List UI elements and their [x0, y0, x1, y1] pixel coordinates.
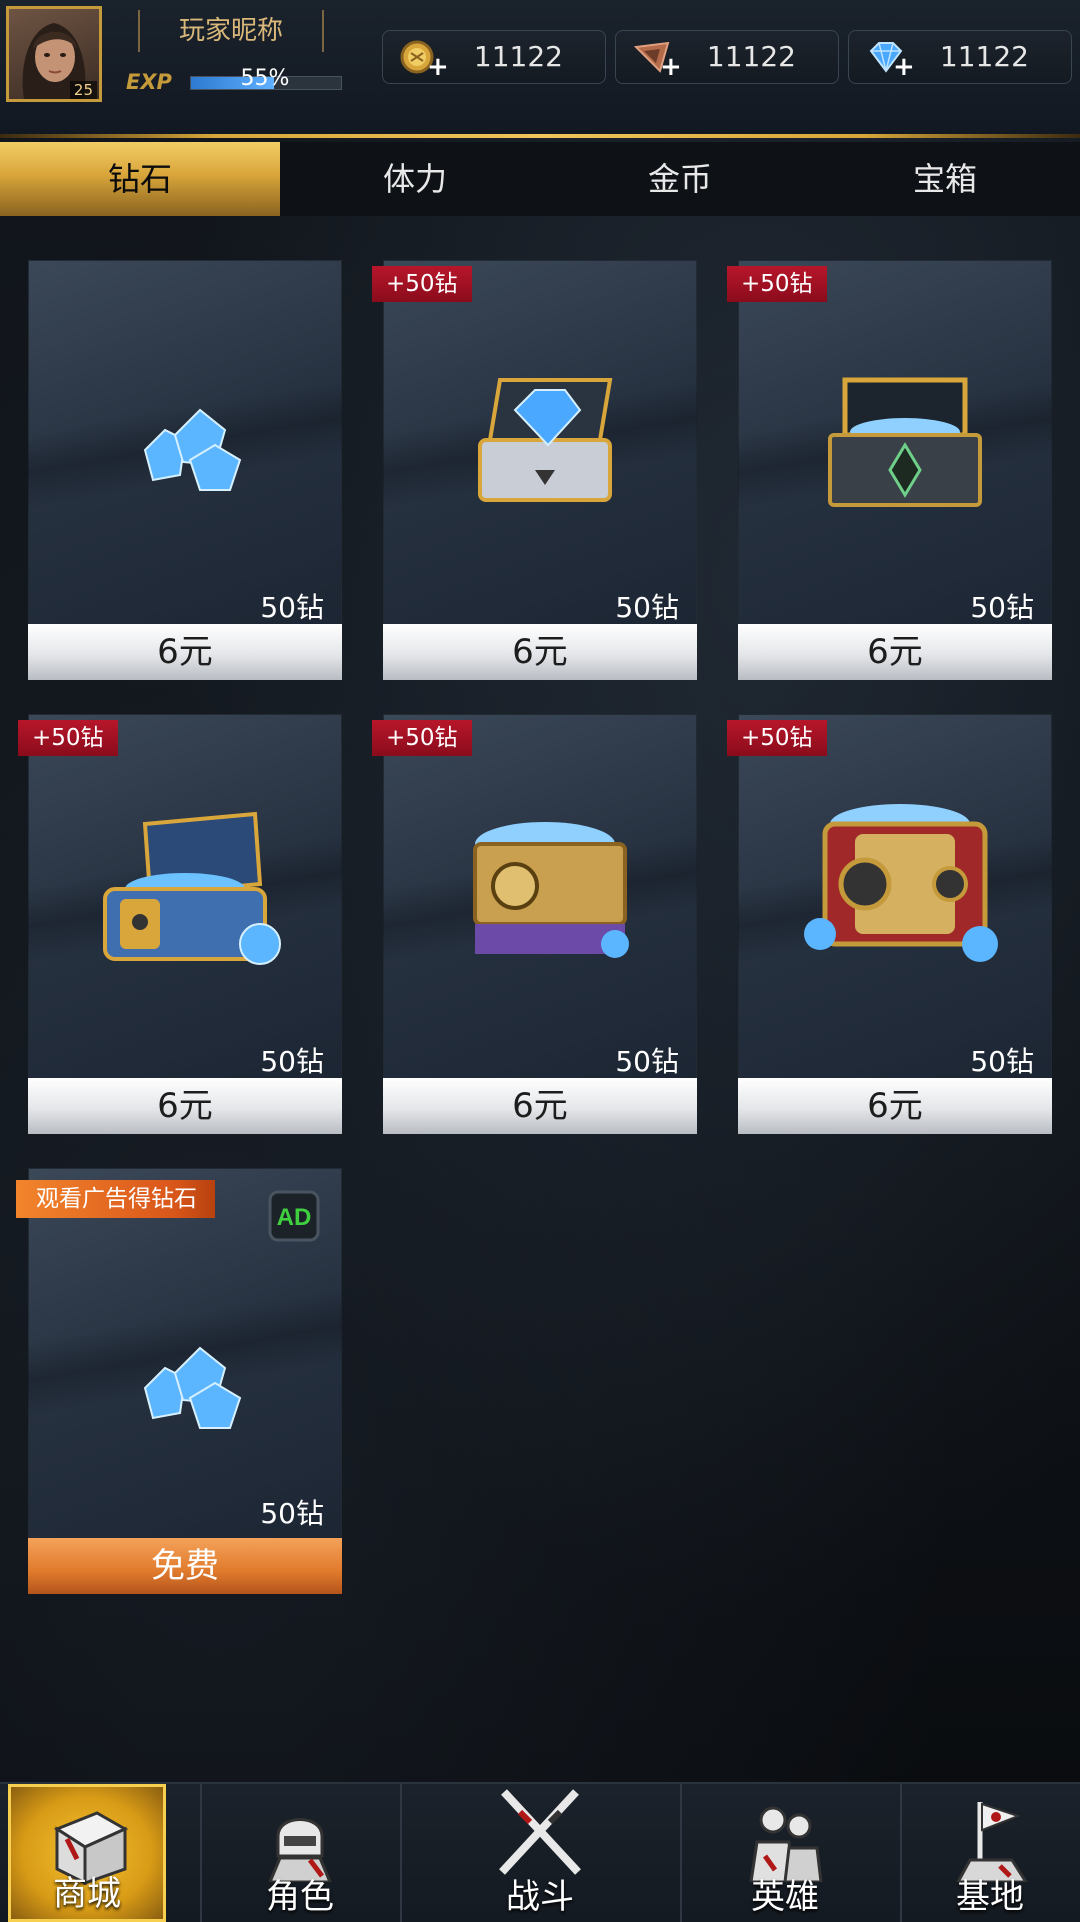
- bonus-badge: +50钻: [727, 720, 827, 756]
- bonus-badge: +50钻: [727, 266, 827, 302]
- price-button[interactable]: 6元: [738, 624, 1052, 680]
- bottom-navigation: 商城 角色 战斗 英雄 基地: [0, 1782, 1080, 1922]
- nav-divider: [680, 1784, 682, 1922]
- diamond-amount-label: 50钻: [260, 591, 324, 624]
- ad-video-icon: AD: [268, 1190, 320, 1242]
- price-button[interactable]: 6元: [28, 624, 342, 680]
- product-card[interactable]: +50钻 50钻 6元: [18, 714, 342, 1134]
- product-card[interactable]: +50钻 50钻 6元: [727, 260, 1052, 680]
- diamond-amount-label: 50钻: [970, 1045, 1034, 1078]
- top-bar: 25 玩家昵称 EXP 55% + 11122 + 11122 + 11122: [0, 0, 1080, 138]
- gold-currency[interactable]: + 11122: [382, 30, 606, 84]
- add-gold-icon[interactable]: +: [427, 54, 449, 80]
- nav-divider: [400, 1784, 402, 1922]
- player-level: 25: [69, 81, 97, 99]
- player-nickname: 玩家昵称: [178, 16, 283, 46]
- shop-tabs: 钻石 体力 金币 宝箱: [0, 142, 1080, 216]
- diamond-amount-label: 50钻: [615, 1045, 679, 1078]
- diamond-amount-label: 50钻: [970, 591, 1034, 624]
- player-avatar[interactable]: 25: [6, 6, 102, 102]
- nav-heroes[interactable]: 英雄: [705, 1784, 865, 1922]
- stamina-amount: 11122: [706, 40, 796, 73]
- bonus-badge: +50钻: [372, 266, 472, 302]
- exp-percent: 55%: [240, 66, 290, 91]
- nav-character-label: 角色: [266, 1877, 334, 1917]
- product-card[interactable]: +50钻 50钻 6元: [372, 260, 697, 680]
- tab-stamina[interactable]: 体力: [280, 142, 550, 216]
- nav-base-label: 基地: [956, 1877, 1024, 1917]
- diamond-amount: 11122: [939, 40, 1029, 73]
- blue-chest-icon: [103, 811, 281, 965]
- exp-label: EXP: [126, 70, 172, 94]
- nickname-frame: 玩家昵称: [138, 10, 324, 52]
- nav-battle[interactable]: 战斗: [460, 1784, 620, 1922]
- nav-character[interactable]: 角色: [220, 1784, 380, 1922]
- add-diamond-icon[interactable]: +: [893, 54, 915, 80]
- crossed-rifles-icon: [499, 1789, 581, 1875]
- nav-battle-label: 战斗: [506, 1877, 574, 1917]
- price-button[interactable]: 6元: [738, 1078, 1052, 1134]
- nav-shop[interactable]: 商城: [8, 1784, 166, 1922]
- price-button[interactable]: 6元: [383, 1078, 697, 1134]
- dark-chest-icon: [828, 377, 982, 507]
- diamond-pile-icon: [143, 1346, 242, 1429]
- bonus-badge: +50钻: [372, 720, 472, 756]
- tab-gold[interactable]: 金币: [545, 142, 815, 216]
- nav-heroes-label: 英雄: [751, 1877, 819, 1917]
- nav-divider: [200, 1784, 202, 1922]
- watch-ad-tag: 观看广告得钻石: [16, 1180, 215, 1218]
- price-button[interactable]: 6元: [383, 624, 697, 680]
- add-stamina-icon[interactable]: +: [660, 54, 682, 80]
- gold-purple-chest-icon: [473, 822, 629, 958]
- diamond-amount-label: 50钻: [260, 1045, 324, 1078]
- product-card[interactable]: 50钻 6元: [28, 260, 342, 680]
- silver-chest-icon: [478, 378, 613, 502]
- nav-shop-label: 商城: [53, 1874, 121, 1914]
- gold-amount: 11122: [473, 40, 563, 73]
- free-claim-button[interactable]: 免费: [28, 1538, 342, 1594]
- tab-chests[interactable]: 宝箱: [810, 142, 1080, 216]
- nav-divider: [900, 1784, 902, 1922]
- ad-badge-text: AD: [277, 1204, 312, 1231]
- diamond-pile-icon: [143, 408, 242, 491]
- red-chest-icon: [804, 804, 998, 962]
- stamina-currency[interactable]: + 11122: [615, 30, 839, 84]
- nav-base[interactable]: 基地: [905, 1784, 1075, 1922]
- diamond-amount-label: 50钻: [615, 591, 679, 624]
- product-card[interactable]: +50钻 50钻 6元: [727, 714, 1052, 1134]
- tab-diamonds[interactable]: 钻石: [0, 142, 280, 216]
- price-button[interactable]: 6元: [28, 1078, 342, 1134]
- bonus-badge: +50钻: [18, 720, 118, 756]
- diamond-amount-label: 50钻: [260, 1497, 324, 1530]
- product-card[interactable]: +50钻 50钻 6元: [372, 714, 697, 1134]
- diamond-currency[interactable]: + 11122: [848, 30, 1072, 84]
